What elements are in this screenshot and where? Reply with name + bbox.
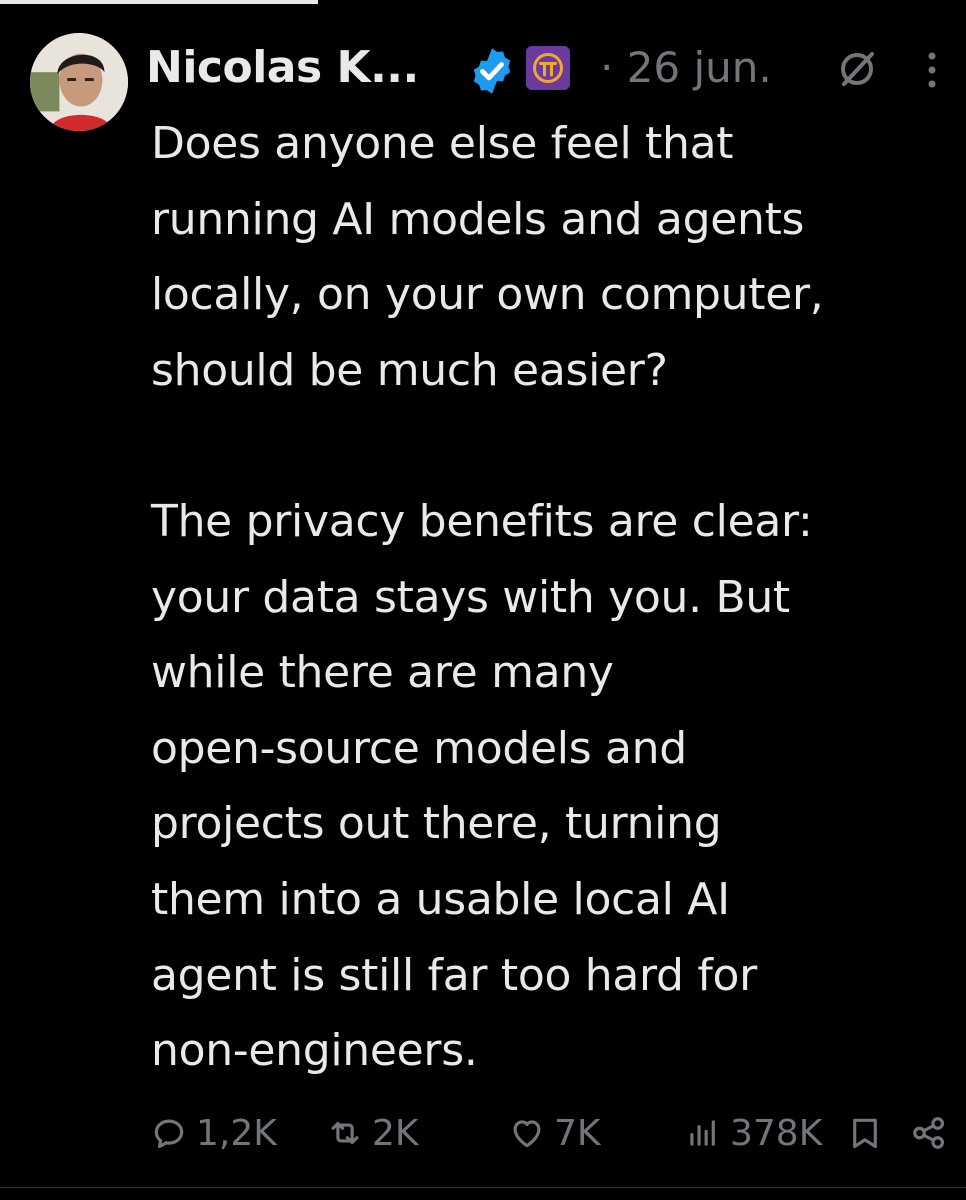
reply-button[interactable]: 1,2K <box>150 1105 277 1161</box>
bookmark-icon <box>853 1118 877 1149</box>
retweet-icon <box>331 1121 359 1145</box>
verified-badge-icon <box>473 48 511 94</box>
avatar[interactable] <box>30 33 128 131</box>
reply-count: 1,2K <box>196 1112 277 1154</box>
post-date[interactable]: · 26 jun. <box>600 38 772 98</box>
retweet-count: 2K <box>372 1112 419 1154</box>
views-button[interactable]: 378K <box>684 1105 822 1161</box>
like-button[interactable]: 7K <box>508 1105 601 1161</box>
views-bar-icon <box>690 1120 715 1146</box>
tweet-text: Does anyone else feel that running AI mo… <box>151 118 824 1077</box>
author-name[interactable]: Nicolas K... <box>146 38 419 98</box>
pi-badge-icon <box>526 46 570 90</box>
reply-icon <box>154 1119 184 1149</box>
tweet-actions-bar: 1,2K 2K 7K 378K <box>0 1105 966 1161</box>
muted-circle-slash-icon <box>841 52 874 86</box>
heart-icon <box>513 1120 541 1148</box>
top-indicator-bar <box>0 0 318 4</box>
profile-photo-icon <box>30 33 128 131</box>
retweet-button[interactable]: 2K <box>326 1105 419 1161</box>
like-count: 7K <box>554 1112 601 1154</box>
views-count: 378K <box>730 1112 823 1154</box>
more-dots-icon[interactable] <box>922 48 942 92</box>
bookmark-button[interactable] <box>846 1105 884 1161</box>
share-icon <box>913 1117 945 1149</box>
divider <box>0 1187 966 1188</box>
share-button[interactable] <box>910 1105 948 1161</box>
